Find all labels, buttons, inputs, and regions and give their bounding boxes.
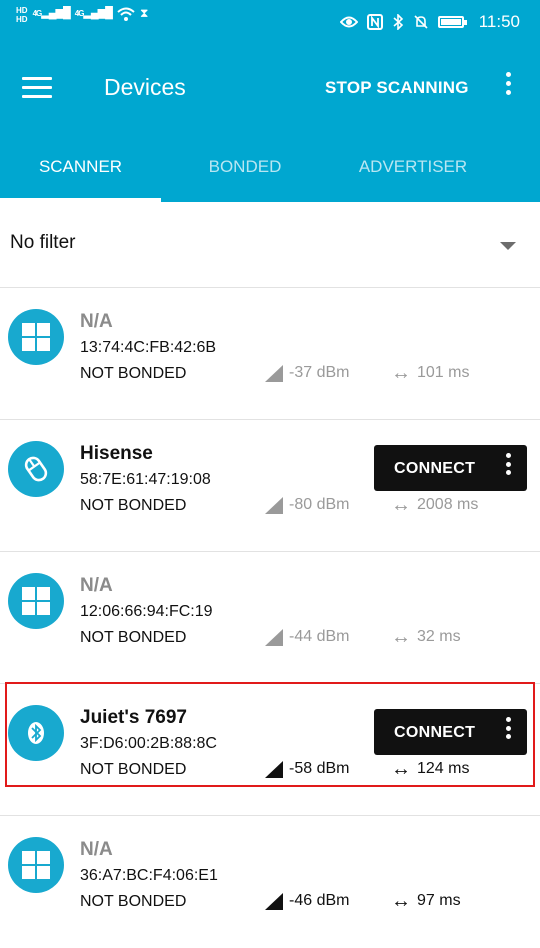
wifi-icon — [117, 7, 135, 21]
connect-label: CONNECT — [394, 724, 476, 741]
more-options-icon[interactable] — [502, 717, 514, 747]
interval: ↔ 32 ms — [391, 626, 461, 648]
eye-icon — [339, 16, 358, 28]
filter-label: No filter — [10, 232, 76, 253]
interval-value: 32 ms — [417, 628, 461, 645]
bluetooth-status-icon — [393, 14, 403, 30]
tab-bonded[interactable]: BONDED — [161, 132, 329, 202]
rssi: -58 dBm — [265, 760, 349, 778]
device-item[interactable]: N/A 36:A7:BC:F4:06:E1 NOT BONDED -46 dBm… — [0, 816, 540, 948]
device-item[interactable]: N/A 13:74:4C:FB:42:6B NOT BONDED -37 dBm… — [0, 288, 540, 420]
signal-strength-icon — [265, 628, 283, 646]
interval-value: 2008 ms — [417, 496, 479, 513]
tab-bar: SCANNER BONDED ADVERTISER — [0, 132, 540, 202]
interval: ↔ 97 ms — [391, 890, 461, 912]
device-name: Juiet's 7697 — [80, 707, 187, 728]
signal-strength-icon — [265, 760, 283, 778]
device-name: N/A — [80, 839, 113, 860]
connect-button[interactable]: CONNECT — [374, 445, 527, 491]
filter-dropdown[interactable]: No filter — [0, 202, 540, 288]
hd-badge-2: HD — [16, 15, 28, 24]
interval: ↔ 124 ms — [391, 758, 470, 780]
bluetooth-icon — [8, 705, 64, 761]
rssi-value: -37 dBm — [289, 364, 350, 381]
tab-advertiser[interactable]: ADVERTISER — [329, 132, 497, 202]
bond-state: NOT BONDED — [80, 497, 187, 514]
device-mac: 12:06:66:94:FC:19 — [80, 603, 213, 620]
signal-strength-icon — [265, 496, 283, 514]
rssi: -37 dBm — [265, 364, 349, 382]
connect-label: CONNECT — [394, 460, 476, 477]
rssi: -80 dBm — [265, 496, 349, 514]
page-title: Devices — [104, 74, 186, 100]
device-item[interactable]: N/A 12:06:66:94:FC:19 NOT BONDED -44 dBm… — [0, 552, 540, 684]
signal-strength-icon — [265, 892, 283, 910]
windows-icon — [8, 837, 64, 893]
signal-strength-icon — [265, 364, 283, 382]
interval-value: 97 ms — [417, 892, 461, 909]
status-left: HD HD 4G▂▄▆█ 4G▂▄▆█ ⧗ — [16, 6, 148, 24]
hourglass-icon: ⧗ — [139, 6, 149, 20]
hd-badge-1: HD — [16, 6, 28, 15]
status-right: 11:50 — [339, 12, 520, 32]
nfc-icon — [366, 14, 383, 30]
battery-icon — [437, 16, 467, 28]
status-time: 11:50 — [478, 12, 520, 31]
interval-arrows-icon: ↔ — [391, 758, 411, 780]
device-mac: 3F:D6:00:2B:88:8C — [80, 735, 217, 752]
hd-badges: HD HD — [16, 6, 28, 24]
windows-icon — [8, 573, 64, 629]
interval-arrows-icon: ↔ — [391, 494, 411, 516]
rssi: -44 dBm — [265, 628, 349, 646]
overflow-menu-icon[interactable] — [500, 72, 516, 104]
interval: ↔ 101 ms — [391, 362, 470, 384]
bond-state: NOT BONDED — [80, 365, 187, 382]
menu-icon[interactable] — [22, 77, 52, 99]
device-name: Hisense — [80, 443, 153, 464]
interval-arrows-icon: ↔ — [391, 362, 411, 384]
bond-state: NOT BONDED — [80, 893, 187, 910]
cell-signal-2-icon: 4G▂▄▆█ — [74, 7, 113, 19]
cell-signal-1-icon: 4G▂▄▆█ — [32, 7, 71, 19]
app-bar: Devices STOP SCANNING — [0, 44, 540, 132]
device-item[interactable]: Juiet's 7697 3F:D6:00:2B:88:8C NOT BONDE… — [0, 684, 540, 816]
rssi-value: -80 dBm — [289, 496, 350, 513]
rssi-value: -44 dBm — [289, 628, 350, 645]
bond-state: NOT BONDED — [80, 629, 187, 646]
rssi: -46 dBm — [265, 892, 349, 910]
connect-button[interactable]: CONNECT — [374, 709, 527, 755]
mute-bell-icon — [414, 15, 428, 29]
interval-value: 101 ms — [417, 364, 470, 381]
caret-down-icon — [500, 242, 516, 250]
device-name: N/A — [80, 311, 113, 332]
device-mac: 58:7E:61:47:19:08 — [80, 471, 211, 488]
interval-arrows-icon: ↔ — [391, 626, 411, 648]
stop-scanning-button[interactable]: STOP SCANNING — [325, 78, 469, 98]
device-name: N/A — [80, 575, 113, 596]
more-options-icon[interactable] — [502, 453, 514, 483]
tab-scanner[interactable]: SCANNER — [0, 132, 161, 202]
device-mac: 13:74:4C:FB:42:6B — [80, 339, 217, 356]
interval: ↔ 2008 ms — [391, 494, 479, 516]
rssi-value: -58 dBm — [289, 760, 350, 777]
bond-state: NOT BONDED — [80, 761, 187, 778]
interval-arrows-icon: ↔ — [391, 890, 411, 912]
status-bar: HD HD 4G▂▄▆█ 4G▂▄▆█ ⧗ 11:50 — [0, 0, 540, 44]
device-item[interactable]: Hisense 58:7E:61:47:19:08 NOT BONDED CON… — [0, 420, 540, 552]
mouse-icon — [8, 441, 64, 497]
rssi-value: -46 dBm — [289, 892, 350, 909]
interval-value: 124 ms — [417, 760, 470, 777]
device-mac: 36:A7:BC:F4:06:E1 — [80, 867, 218, 884]
windows-icon — [8, 309, 64, 365]
